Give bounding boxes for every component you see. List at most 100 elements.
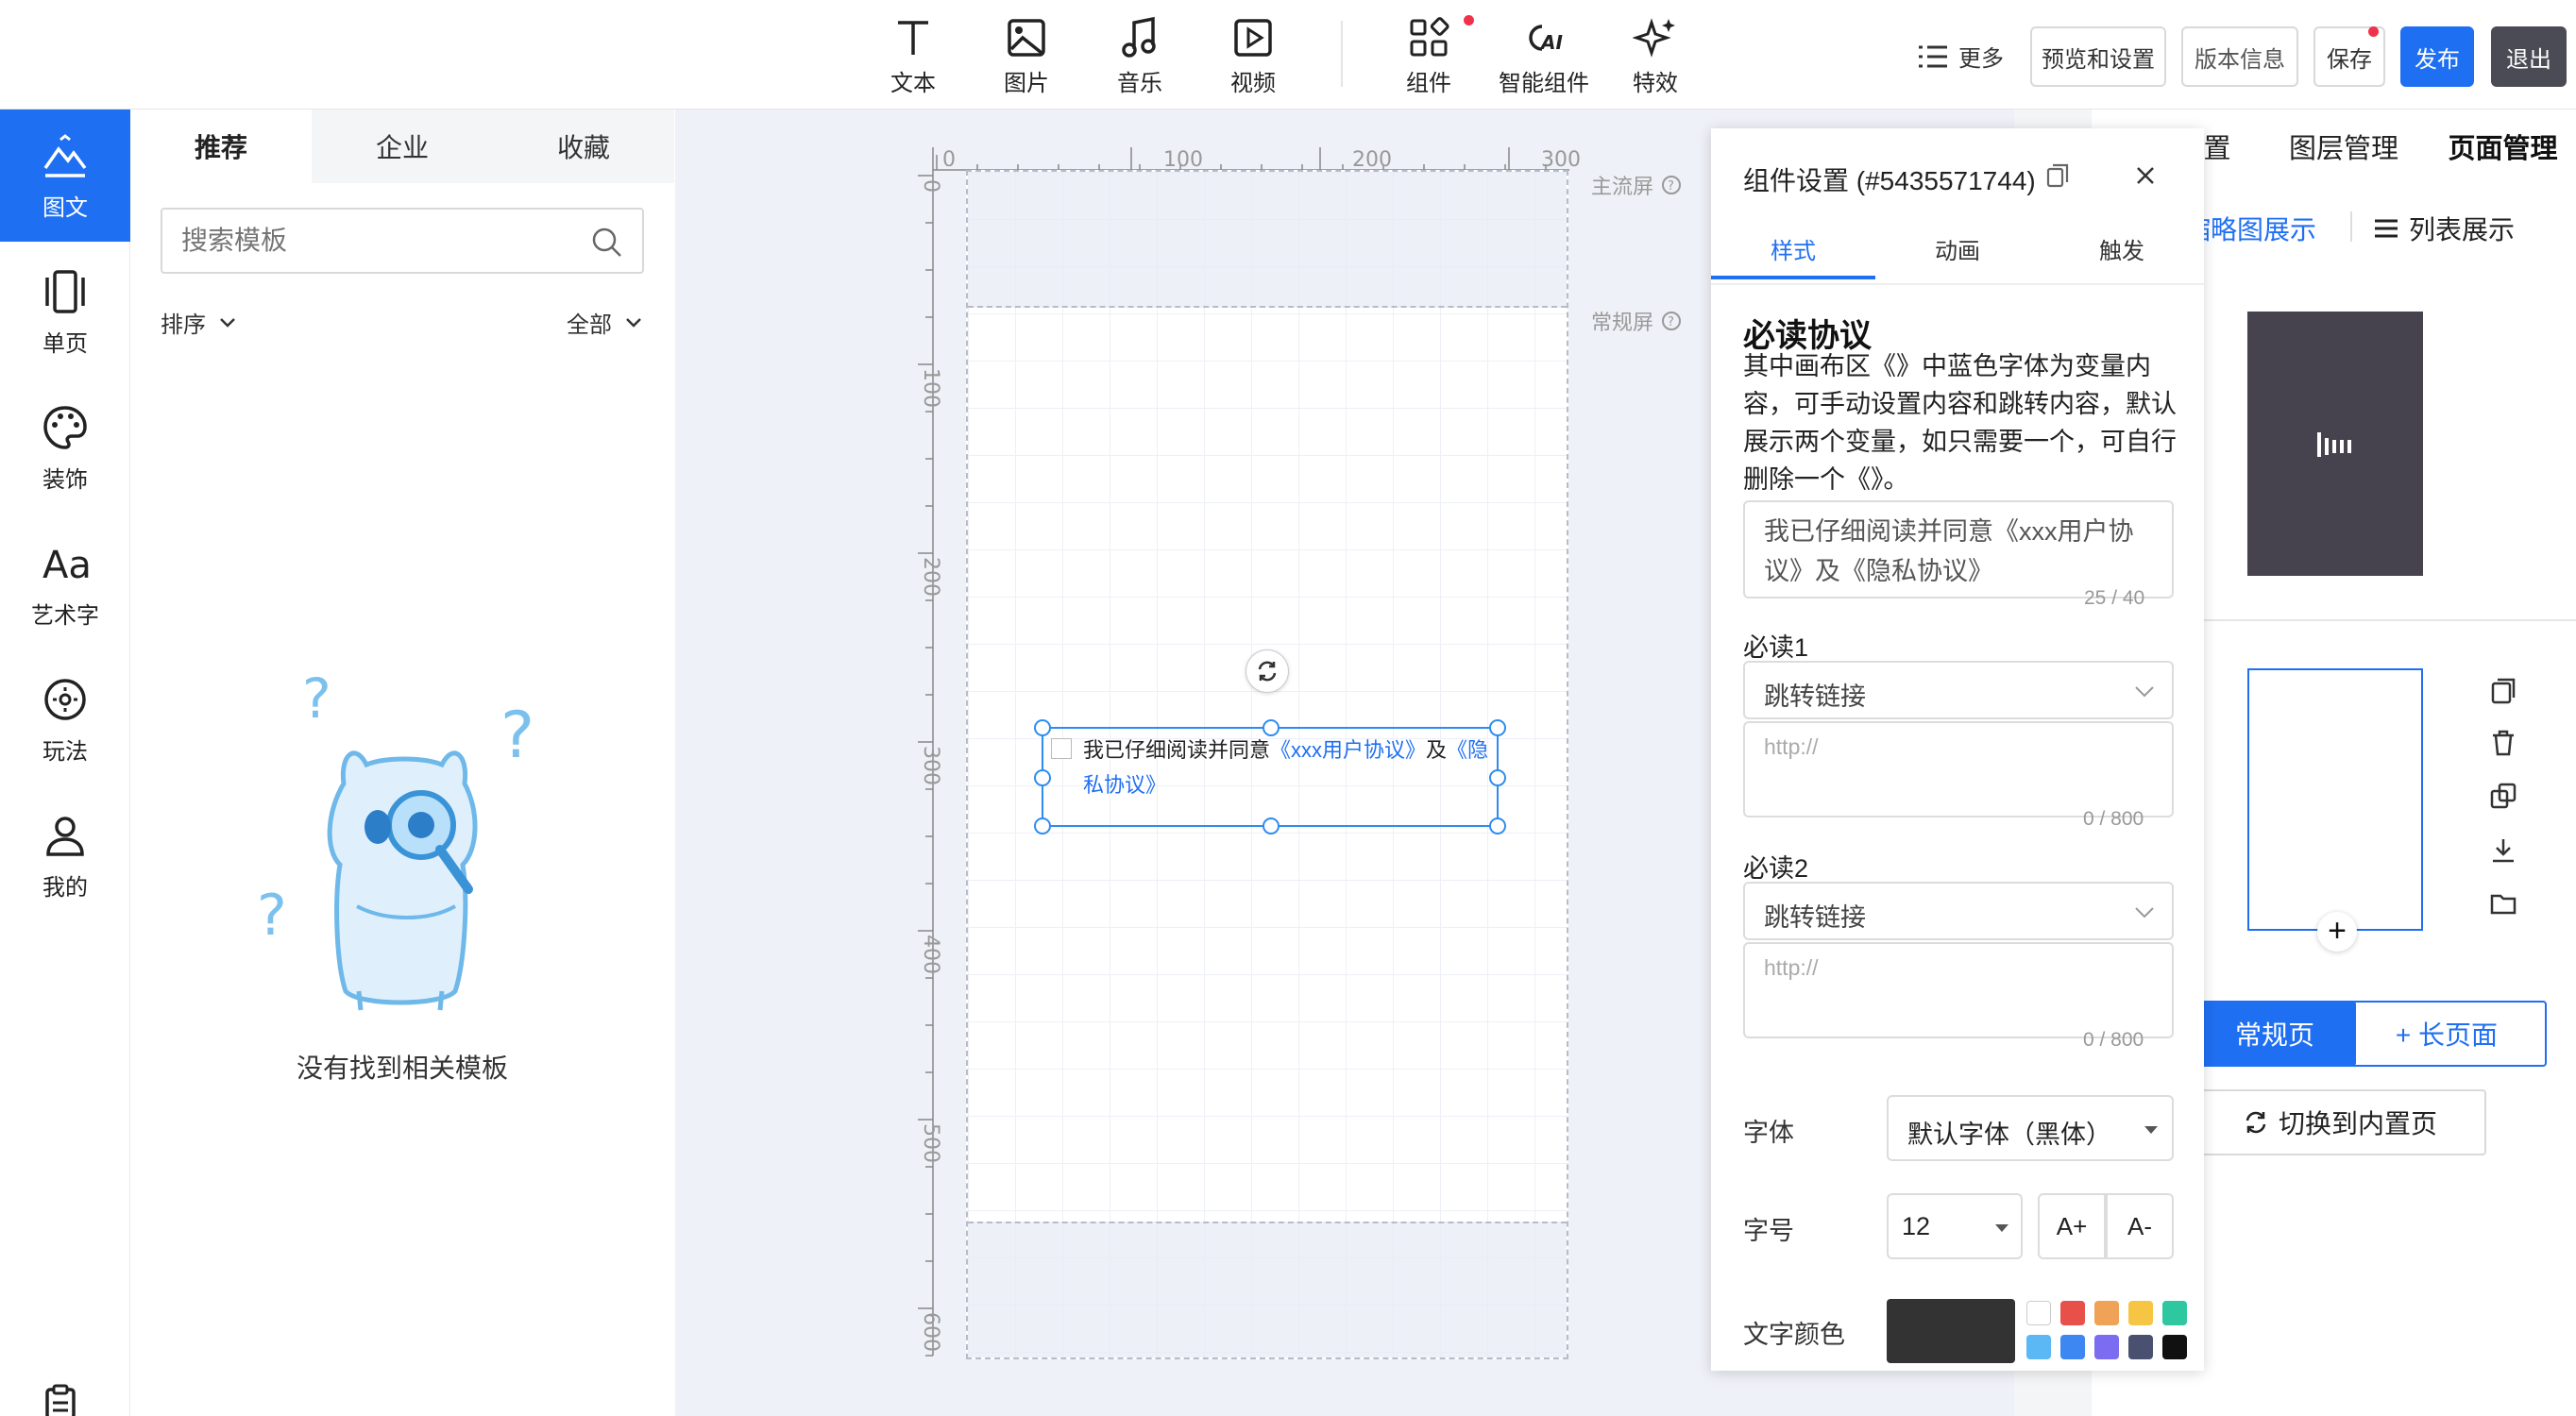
tool-music[interactable]: 音乐 xyxy=(1094,15,1185,97)
tool-video[interactable]: 视频 xyxy=(1208,15,1298,97)
read2-link-value: 跳转链接 xyxy=(1764,903,1866,932)
color-swatch[interactable] xyxy=(2094,1335,2119,1359)
component-settings-panel: 组件设置 (#5435571744) 样式 动画 触发 必读协议 其中画布区《》… xyxy=(1711,128,2204,1371)
color-swatch[interactable] xyxy=(2162,1335,2187,1359)
trash-icon[interactable] xyxy=(2489,729,2517,757)
folder-icon[interactable] xyxy=(2489,889,2517,918)
read1-label: 必读1 xyxy=(1743,633,1809,662)
read2-url-placeholder: http:// xyxy=(1764,955,1819,980)
empty-message: 没有找到相关模板 xyxy=(296,1054,508,1083)
agreement-checkbox[interactable] xyxy=(1051,738,1072,759)
tab-recommend[interactable]: 推荐 xyxy=(130,110,312,183)
tab-layers[interactable]: 图层管理 xyxy=(2263,110,2424,183)
tool-ai-label: 智能组件 xyxy=(1499,71,1589,96)
read1-url-input[interactable]: http:// xyxy=(1743,721,2174,818)
long-page-button[interactable]: + 长页面 xyxy=(2347,1001,2547,1067)
svg-text:AI: AI xyxy=(1539,31,1563,54)
clipboard-icon[interactable] xyxy=(42,1384,79,1416)
tab-enterprise[interactable]: 企业 xyxy=(312,110,493,183)
text-icon xyxy=(898,21,928,55)
sidebar-item-gameplay[interactable]: 玩法 xyxy=(0,653,130,785)
resize-handle[interactable] xyxy=(1489,719,1506,736)
tool-effects[interactable]: 特效 xyxy=(1610,15,1701,97)
font-size-decrease-button[interactable]: A- xyxy=(2106,1193,2174,1259)
sidebar-label: 玩法 xyxy=(42,739,88,765)
tool-music-label: 音乐 xyxy=(1117,71,1162,96)
tab-style[interactable]: 样式 xyxy=(1711,232,1875,279)
read1-link-value: 跳转链接 xyxy=(1764,683,1866,711)
font-size-increase-button[interactable]: A+ xyxy=(2038,1193,2106,1259)
normal-page-button[interactable]: 常规页 xyxy=(2194,1001,2356,1067)
color-swatch[interactable] xyxy=(2162,1301,2187,1325)
filter-dropdown[interactable]: 全部 xyxy=(567,306,642,339)
tool-image[interactable]: 图片 xyxy=(981,15,1072,97)
textarea-counter: 25 / 40 xyxy=(2084,587,2145,609)
sidebar-item-single-page[interactable]: 单页 xyxy=(0,245,130,378)
exit-button[interactable]: 退出 xyxy=(2491,26,2567,87)
resize-handle[interactable] xyxy=(1263,719,1280,736)
close-icon[interactable] xyxy=(2134,164,2157,187)
color-swatch[interactable] xyxy=(2026,1335,2051,1359)
rotate-handle[interactable] xyxy=(1246,649,1289,693)
add-page-button[interactable]: + xyxy=(2317,912,2357,952)
version-info-button[interactable]: 版本信息 xyxy=(2181,26,2298,87)
copy-icon[interactable] xyxy=(2489,676,2517,704)
svg-text:?: ? xyxy=(257,883,287,949)
preview-settings-button[interactable]: 预览和设置 xyxy=(2030,26,2166,87)
read2-url-input[interactable]: http:// xyxy=(1743,942,2174,1038)
chevron-down-icon xyxy=(626,317,641,328)
more-menu[interactable]: 更多 xyxy=(1917,40,2004,73)
help-icon[interactable]: ? xyxy=(1661,311,1682,331)
page-thumbnail-2[interactable]: + xyxy=(2247,668,2423,952)
current-color-swatch[interactable] xyxy=(1887,1299,2015,1363)
resize-handle[interactable] xyxy=(1034,769,1051,786)
list-view-toggle[interactable]: 列表展示 xyxy=(2373,210,2515,247)
resize-handle[interactable] xyxy=(1034,719,1051,736)
publish-button[interactable]: 发布 xyxy=(2400,26,2474,87)
user-agreement-link[interactable]: 《xxx用户协议》 xyxy=(1270,738,1426,762)
sidebar-item-art-font[interactable]: Aa 艺术字 xyxy=(0,517,130,649)
search-icon[interactable] xyxy=(591,227,623,259)
color-swatch[interactable] xyxy=(2094,1301,2119,1325)
sidebar-item-image-text[interactable]: 图文 xyxy=(0,110,130,242)
agreement-textarea[interactable]: 我已仔细阅读并同意《xxx用户协议》及《隐私协议》 xyxy=(1743,500,2174,598)
sort-dropdown[interactable]: 排序 xyxy=(161,306,236,339)
size-select[interactable]: 12 xyxy=(1887,1193,2023,1259)
tool-components[interactable]: 组件 xyxy=(1383,15,1474,97)
color-swatch[interactable] xyxy=(2060,1301,2085,1325)
resize-handle[interactable] xyxy=(1034,818,1051,834)
switch-label: 切换到内置页 xyxy=(2278,1109,2437,1138)
download-icon[interactable] xyxy=(2489,836,2517,865)
color-swatch[interactable] xyxy=(2128,1301,2153,1325)
tab-page-management[interactable]: 页面管理 xyxy=(2430,110,2576,183)
list-icon xyxy=(1919,45,1947,67)
tool-ai-components[interactable]: AI 智能组件 xyxy=(1497,15,1591,97)
sidebar-item-decoration[interactable]: 装饰 xyxy=(0,381,130,514)
tool-text[interactable]: 文本 xyxy=(868,15,958,97)
agreement-component[interactable]: 我已仔细阅读并同意《xxx用户协议》及《隐私协议》 xyxy=(1034,719,1506,834)
color-swatch[interactable] xyxy=(2060,1335,2085,1359)
tab-trigger[interactable]: 触发 xyxy=(2040,232,2204,279)
sidebar-item-mine[interactable]: 我的 xyxy=(0,789,130,921)
read2-link-select[interactable]: 跳转链接 xyxy=(1743,882,2174,940)
font-select[interactable]: 默认字体（黑体） xyxy=(1887,1095,2174,1161)
search-input[interactable] xyxy=(181,223,578,259)
read1-link-select[interactable]: 跳转链接 xyxy=(1743,661,2174,719)
help-icon[interactable]: ? xyxy=(1661,175,1682,195)
resize-handle[interactable] xyxy=(1263,818,1280,834)
duplicate-icon[interactable] xyxy=(2489,782,2517,810)
color-swatch[interactable] xyxy=(2128,1335,2153,1359)
thumbnail-view-toggle[interactable]: 缩略图展示 xyxy=(2184,210,2316,247)
switch-builtin-page-button[interactable]: 切换到内置页 xyxy=(2194,1089,2486,1155)
tab-animation[interactable]: 动画 xyxy=(1875,232,2040,279)
resize-handle[interactable] xyxy=(1489,769,1506,786)
image-text-icon xyxy=(43,134,87,177)
page-thumbnail-1[interactable] xyxy=(2247,312,2423,576)
copy-id-icon[interactable] xyxy=(2045,162,2070,189)
tab-favorites[interactable]: 收藏 xyxy=(493,110,674,183)
size-value: 12 xyxy=(1902,1212,1931,1240)
resize-handle[interactable] xyxy=(1489,818,1506,834)
ruler-left-label: 300 xyxy=(919,746,942,785)
phone-canvas[interactable]: 我已仔细阅读并同意《xxx用户协议》及《隐私协议》 xyxy=(966,170,1568,1359)
color-swatch[interactable] xyxy=(2026,1301,2051,1325)
